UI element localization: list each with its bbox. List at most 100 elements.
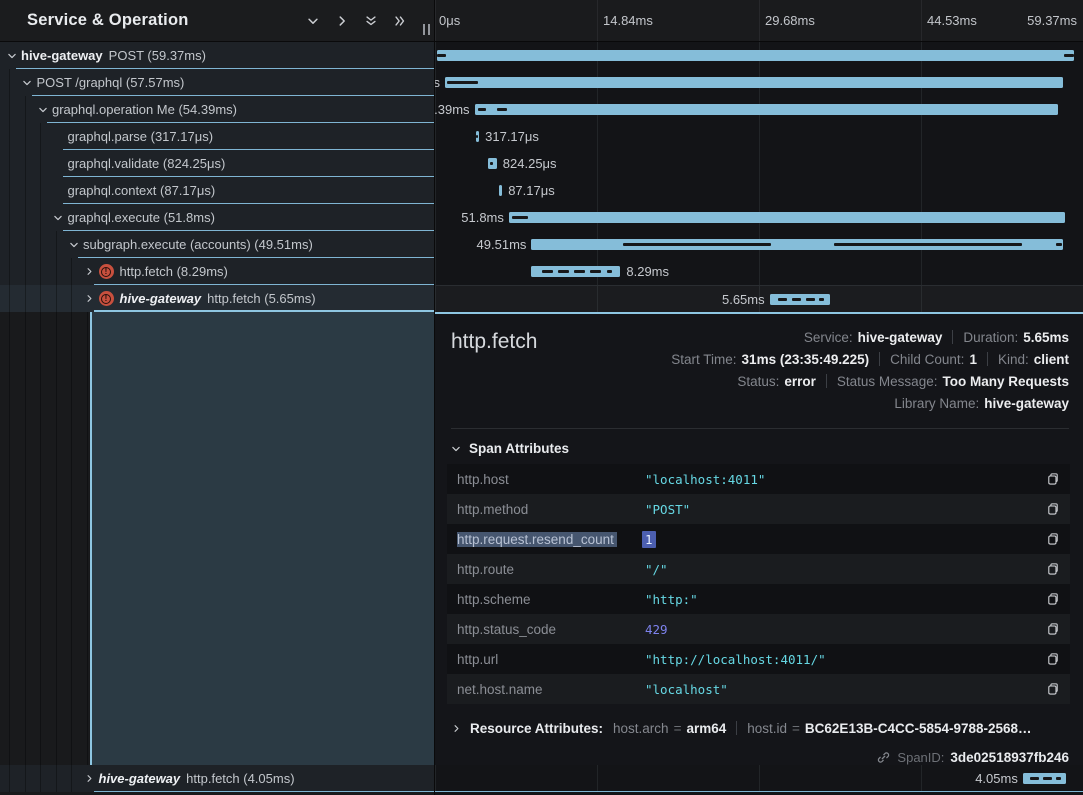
attribute-key: http.request.resend_count bbox=[457, 532, 645, 547]
double-chevron-down-icon[interactable] bbox=[364, 14, 378, 28]
timeline-row: 54.39ms bbox=[435, 96, 1083, 123]
attribute-value: "http:" bbox=[645, 592, 1038, 607]
tree-row[interactable]: POST /graphql (57.57ms) bbox=[0, 69, 434, 96]
ruler-tick: 29.68ms bbox=[765, 13, 815, 28]
chevron-down-icon[interactable] bbox=[306, 14, 320, 28]
error-icon: ! bbox=[99, 264, 114, 279]
span-label: graphql.validate (824.25μs) bbox=[68, 156, 226, 171]
chevron-right-icon[interactable] bbox=[335, 14, 349, 28]
resource-attributes-row[interactable]: Resource Attributes: host.arch=arm64host… bbox=[451, 715, 1083, 741]
tree-row[interactable]: graphql.operation Me (54.39ms) bbox=[0, 96, 434, 123]
attribute-key: http.status_code bbox=[457, 622, 645, 637]
span-bar[interactable] bbox=[770, 294, 831, 305]
copy-icon[interactable] bbox=[1038, 562, 1060, 576]
span-bar[interactable] bbox=[437, 50, 1074, 61]
attribute-key: http.host bbox=[457, 472, 645, 487]
attribute-value: "http://localhost:4011/" bbox=[645, 652, 1038, 667]
tree-row[interactable]: graphql.execute (51.8ms) bbox=[0, 204, 434, 231]
tree-row[interactable]: graphql.validate (824.25μs) bbox=[0, 150, 434, 177]
timeline-row: 5.65ms bbox=[435, 285, 1083, 312]
resource-key: host.arch bbox=[613, 721, 669, 736]
ruler-tick: 0μs bbox=[439, 13, 460, 28]
chevron-right-icon[interactable] bbox=[84, 294, 95, 303]
span-bar[interactable] bbox=[445, 77, 1063, 88]
timeline-row: 49.51ms bbox=[435, 231, 1083, 258]
meta-value: 1 bbox=[969, 352, 977, 367]
timeline-rows: 59.37ms57.57ms54.39ms317.17μs824.25μs87.… bbox=[435, 42, 1083, 312]
tree-row[interactable]: ! http.fetch (8.29ms) bbox=[0, 258, 434, 285]
copy-icon[interactable] bbox=[1038, 502, 1060, 516]
span-meta: Service:hive-gatewayDuration:5.65ms Start… bbox=[671, 326, 1069, 414]
link-icon[interactable] bbox=[876, 750, 891, 765]
meta-line: Library Name:hive-gateway bbox=[894, 392, 1069, 414]
timeline-row: 8.29ms bbox=[435, 258, 1083, 285]
chevron-down-icon[interactable] bbox=[68, 240, 79, 250]
span-label: http.fetch (5.65ms) bbox=[207, 291, 315, 306]
tree-row[interactable]: graphql.context (87.17μs) bbox=[0, 177, 434, 204]
copy-icon[interactable] bbox=[1038, 622, 1060, 636]
tree-row[interactable]: hive-gatewayhttp.fetch (4.05ms) bbox=[0, 765, 434, 792]
span-attributes-title: Span Attributes bbox=[469, 441, 569, 456]
double-chevron-right-icon[interactable] bbox=[393, 14, 407, 28]
chevron-right-icon[interactable] bbox=[84, 774, 95, 783]
chevron-down-icon[interactable] bbox=[22, 78, 33, 88]
meta-label: Status: bbox=[737, 374, 779, 389]
span-label: graphql.execute (51.8ms) bbox=[68, 210, 215, 225]
span-bar[interactable] bbox=[488, 158, 497, 169]
attribute-value: "/" bbox=[645, 562, 1038, 577]
span-id-value: 3de02518937fb246 bbox=[950, 750, 1069, 765]
panel-resize-handle[interactable] bbox=[423, 24, 430, 35]
timeline-pane: 0μs14.84ms29.68ms44.53ms59.37ms 59.37ms5… bbox=[435, 0, 1083, 795]
span-attributes-header[interactable]: Span Attributes bbox=[451, 441, 1083, 456]
attribute-value: "POST" bbox=[645, 502, 1038, 517]
attribute-key: http.route bbox=[457, 562, 645, 577]
expanded-span-region bbox=[0, 312, 434, 765]
tree-row[interactable]: hive-gatewayPOST (59.37ms) bbox=[0, 42, 434, 69]
chevron-down-icon[interactable] bbox=[37, 105, 48, 115]
duration-label: 87.17μs bbox=[508, 177, 555, 204]
span-bar[interactable] bbox=[476, 131, 480, 142]
meta-line: Status:errorStatus Message:Too Many Requ… bbox=[737, 370, 1069, 392]
span-detail-panel: http.fetch Service:hive-gatewayDuration:… bbox=[435, 312, 1083, 765]
copy-icon[interactable] bbox=[1038, 472, 1060, 486]
meta-value: hive-gateway bbox=[858, 330, 943, 345]
timeline-row: 51.8ms bbox=[435, 204, 1083, 231]
chevron-right-icon[interactable] bbox=[84, 267, 95, 276]
attribute-row: http.request.resend_count1 bbox=[447, 524, 1070, 554]
meta-value: client bbox=[1034, 352, 1069, 367]
meta-value: 31ms (23:35:49.225) bbox=[742, 352, 870, 367]
tree-row[interactable]: !hive-gatewayhttp.fetch (5.65ms) bbox=[0, 285, 434, 312]
timeline-row: 317.17μs bbox=[435, 123, 1083, 150]
duration-label: 4.05ms bbox=[975, 765, 1018, 792]
meta-line: Start Time:31ms (23:35:49.225)Child Coun… bbox=[671, 348, 1069, 370]
tree-row[interactable]: subgraph.execute (accounts) (49.51ms) bbox=[0, 231, 434, 258]
tree-row[interactable]: graphql.parse (317.17μs) bbox=[0, 123, 434, 150]
meta-value: error bbox=[784, 374, 816, 389]
panel-title: Service & Operation bbox=[27, 11, 189, 30]
chevron-down-icon[interactable] bbox=[53, 213, 64, 223]
ruler-tick: 59.37ms bbox=[1027, 13, 1077, 28]
meta-label: Start Time: bbox=[671, 352, 736, 367]
resource-value: arm64 bbox=[686, 721, 726, 736]
span-bar[interactable] bbox=[1023, 773, 1066, 784]
attribute-value: 429 bbox=[645, 622, 1038, 637]
span-bar[interactable] bbox=[509, 212, 1065, 223]
span-bar[interactable] bbox=[531, 266, 620, 277]
meta-line: Service:hive-gatewayDuration:5.65ms bbox=[804, 326, 1069, 348]
span-label: http.fetch (8.29ms) bbox=[120, 264, 228, 279]
span-bar[interactable] bbox=[531, 239, 1062, 250]
attribute-row: http.route"/" bbox=[447, 554, 1070, 584]
copy-icon[interactable] bbox=[1038, 532, 1060, 546]
copy-icon[interactable] bbox=[1038, 652, 1060, 666]
span-label: subgraph.execute (accounts) (49.51ms) bbox=[83, 237, 313, 252]
ruler-tick: 14.84ms bbox=[603, 13, 653, 28]
chevron-down-icon[interactable] bbox=[6, 51, 17, 61]
copy-icon[interactable] bbox=[1038, 682, 1060, 696]
timeline-ruler: 0μs14.84ms29.68ms44.53ms59.37ms bbox=[435, 0, 1083, 42]
span-bar[interactable] bbox=[499, 185, 503, 196]
span-bar[interactable] bbox=[475, 104, 1059, 115]
attribute-row: http.status_code429 bbox=[447, 614, 1070, 644]
attribute-key: net.host.name bbox=[457, 682, 645, 697]
timeline-row: 4.05ms bbox=[435, 765, 1083, 792]
copy-icon[interactable] bbox=[1038, 592, 1060, 606]
